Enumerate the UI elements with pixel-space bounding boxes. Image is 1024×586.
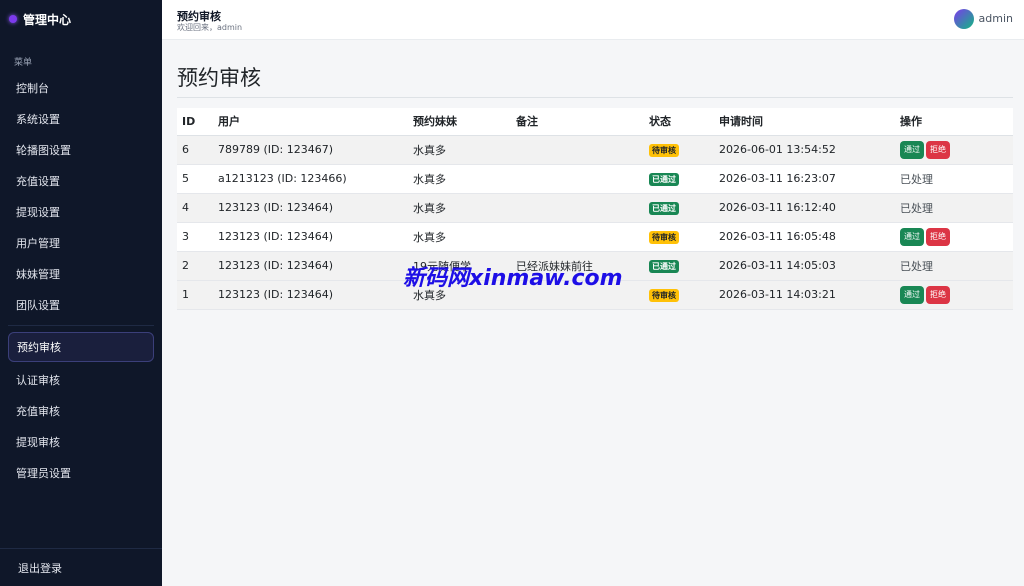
cell-time: 2026-03-11 14:05:03 [714,251,895,281]
table-row: 5 a1213123 (ID: 123466) 水真多 已通过 2026-03-… [177,164,1013,194]
status-badge: 已通过 [649,172,679,186]
sidebar: 管理中心 菜单 控制台 系统设置 轮播图设置 充值设置 提现设置 用户管理 妹妹… [0,0,162,586]
column-header-time: 申请时间 [714,108,895,136]
sidebar-item-withdraw-settings[interactable]: 提现设置 [0,196,162,227]
username[interactable]: admin [979,12,1013,25]
cell-status: 待审核 [644,280,714,310]
cell-girl: 水真多 [408,193,511,223]
cell-time: 2026-03-11 16:12:40 [714,193,895,223]
table-row: 4 123123 (ID: 123464) 水真多 已通过 2026-03-11… [177,193,1013,223]
cell-time: 2026-03-11 14:03:21 [714,280,895,310]
topbar: 预约审核 欢迎回来，admin admin [162,0,1024,40]
column-header-girl: 预约妹妹 [408,108,511,136]
cell-time: 2026-03-11 16:23:07 [714,164,895,194]
topbar-subtitle: 欢迎回来，admin [177,23,243,32]
sidebar-item-booking-review[interactable]: 预约审核 [8,332,154,362]
avatar[interactable] [954,9,974,29]
cell-status: 待审核 [644,135,714,165]
cell-user: 123123 (ID: 123464) [213,280,408,310]
sidebar-item-girl-management[interactable]: 妹妹管理 [0,258,162,289]
sidebar-item-withdraw-review[interactable]: 提现审核 [0,426,162,457]
brand: 管理中心 [0,0,162,38]
cell-id: 1 [177,280,213,310]
cell-status: 已通过 [644,193,714,223]
reject-button[interactable]: 拒绝 [926,285,950,304]
status-badge: 已通过 [649,201,679,215]
page-title: 预约审核 [177,66,261,90]
cell-time: 2026-06-01 13:54:52 [714,135,895,165]
sidebar-item-recharge-review[interactable]: 充值审核 [0,395,162,426]
menu-divider [8,325,154,326]
watermark: 新码网xinmaw.com [403,266,623,291]
sidebar-item-carousel-settings[interactable]: 轮播图设置 [0,134,162,165]
approve-button[interactable]: 通过 [900,227,924,246]
sidebar-item-team-settings[interactable]: 团队设置 [0,289,162,320]
reject-button[interactable]: 拒绝 [926,140,950,159]
title-divider [177,97,1013,98]
cell-processed: 已处理 [895,251,1013,281]
table-row: 3 123123 (ID: 123464) 水真多 待审核 2026-03-11… [177,222,1013,252]
table-header-row: ID 用户 预约妹妹 备注 状态 申请时间 操作 [177,108,1013,136]
brand-logo-icon [9,15,17,23]
status-badge: 待审核 [649,230,679,244]
cell-user: 123123 (ID: 123464) [213,251,408,281]
sidebar-item-user-management[interactable]: 用户管理 [0,227,162,258]
cell-actions: 通过 拒绝 [895,280,1013,310]
sidebar-menu: 控制台 系统设置 轮播图设置 充值设置 提现设置 用户管理 妹妹管理 团队设置 … [0,72,162,488]
cell-actions: 通过 拒绝 [895,222,1013,252]
cell-id: 6 [177,135,213,165]
status-badge: 待审核 [649,143,679,157]
cell-id: 3 [177,222,213,252]
sidebar-item-verification-review[interactable]: 认证审核 [0,364,162,395]
column-header-id: ID [177,108,213,136]
menu-heading: 菜单 [14,58,33,68]
cell-status: 已通过 [644,164,714,194]
cell-girl: 水真多 [408,164,511,194]
approve-button[interactable]: 通过 [900,285,924,304]
brand-name: 管理中心 [23,12,72,27]
status-badge: 待审核 [649,288,679,302]
sidebar-item-dashboard[interactable]: 控制台 [0,72,162,103]
reject-button[interactable]: 拒绝 [926,227,950,246]
status-badge: 已通过 [649,259,679,273]
column-header-user: 用户 [213,108,408,136]
sidebar-item-system-settings[interactable]: 系统设置 [0,103,162,134]
cell-girl: 水真多 [408,135,511,165]
cell-note [511,135,644,165]
cell-processed: 已处理 [895,193,1013,223]
column-header-actions: 操作 [895,108,1013,136]
cell-actions: 通过 拒绝 [895,135,1013,165]
logout-button[interactable]: 退出登录 [0,548,162,586]
cell-id: 2 [177,251,213,281]
cell-user: 123123 (ID: 123464) [213,193,408,223]
cell-id: 4 [177,193,213,223]
column-header-note: 备注 [511,108,644,136]
cell-id: 5 [177,164,213,194]
cell-note [511,193,644,223]
column-header-status: 状态 [644,108,714,136]
sidebar-item-admin-settings[interactable]: 管理员设置 [0,457,162,488]
cell-note [511,164,644,194]
sidebar-item-recharge-settings[interactable]: 充值设置 [0,165,162,196]
cell-status: 已通过 [644,251,714,281]
cell-user: a1213123 (ID: 123466) [213,164,408,194]
approve-button[interactable]: 通过 [900,140,924,159]
cell-processed: 已处理 [895,164,1013,194]
cell-status: 待审核 [644,222,714,252]
cell-user: 123123 (ID: 123464) [213,222,408,252]
cell-note [511,222,644,252]
table-row: 6 789789 (ID: 123467) 水真多 待审核 2026-06-01… [177,135,1013,165]
cell-girl: 水真多 [408,222,511,252]
cell-user: 789789 (ID: 123467) [213,135,408,165]
cell-time: 2026-03-11 16:05:48 [714,222,895,252]
